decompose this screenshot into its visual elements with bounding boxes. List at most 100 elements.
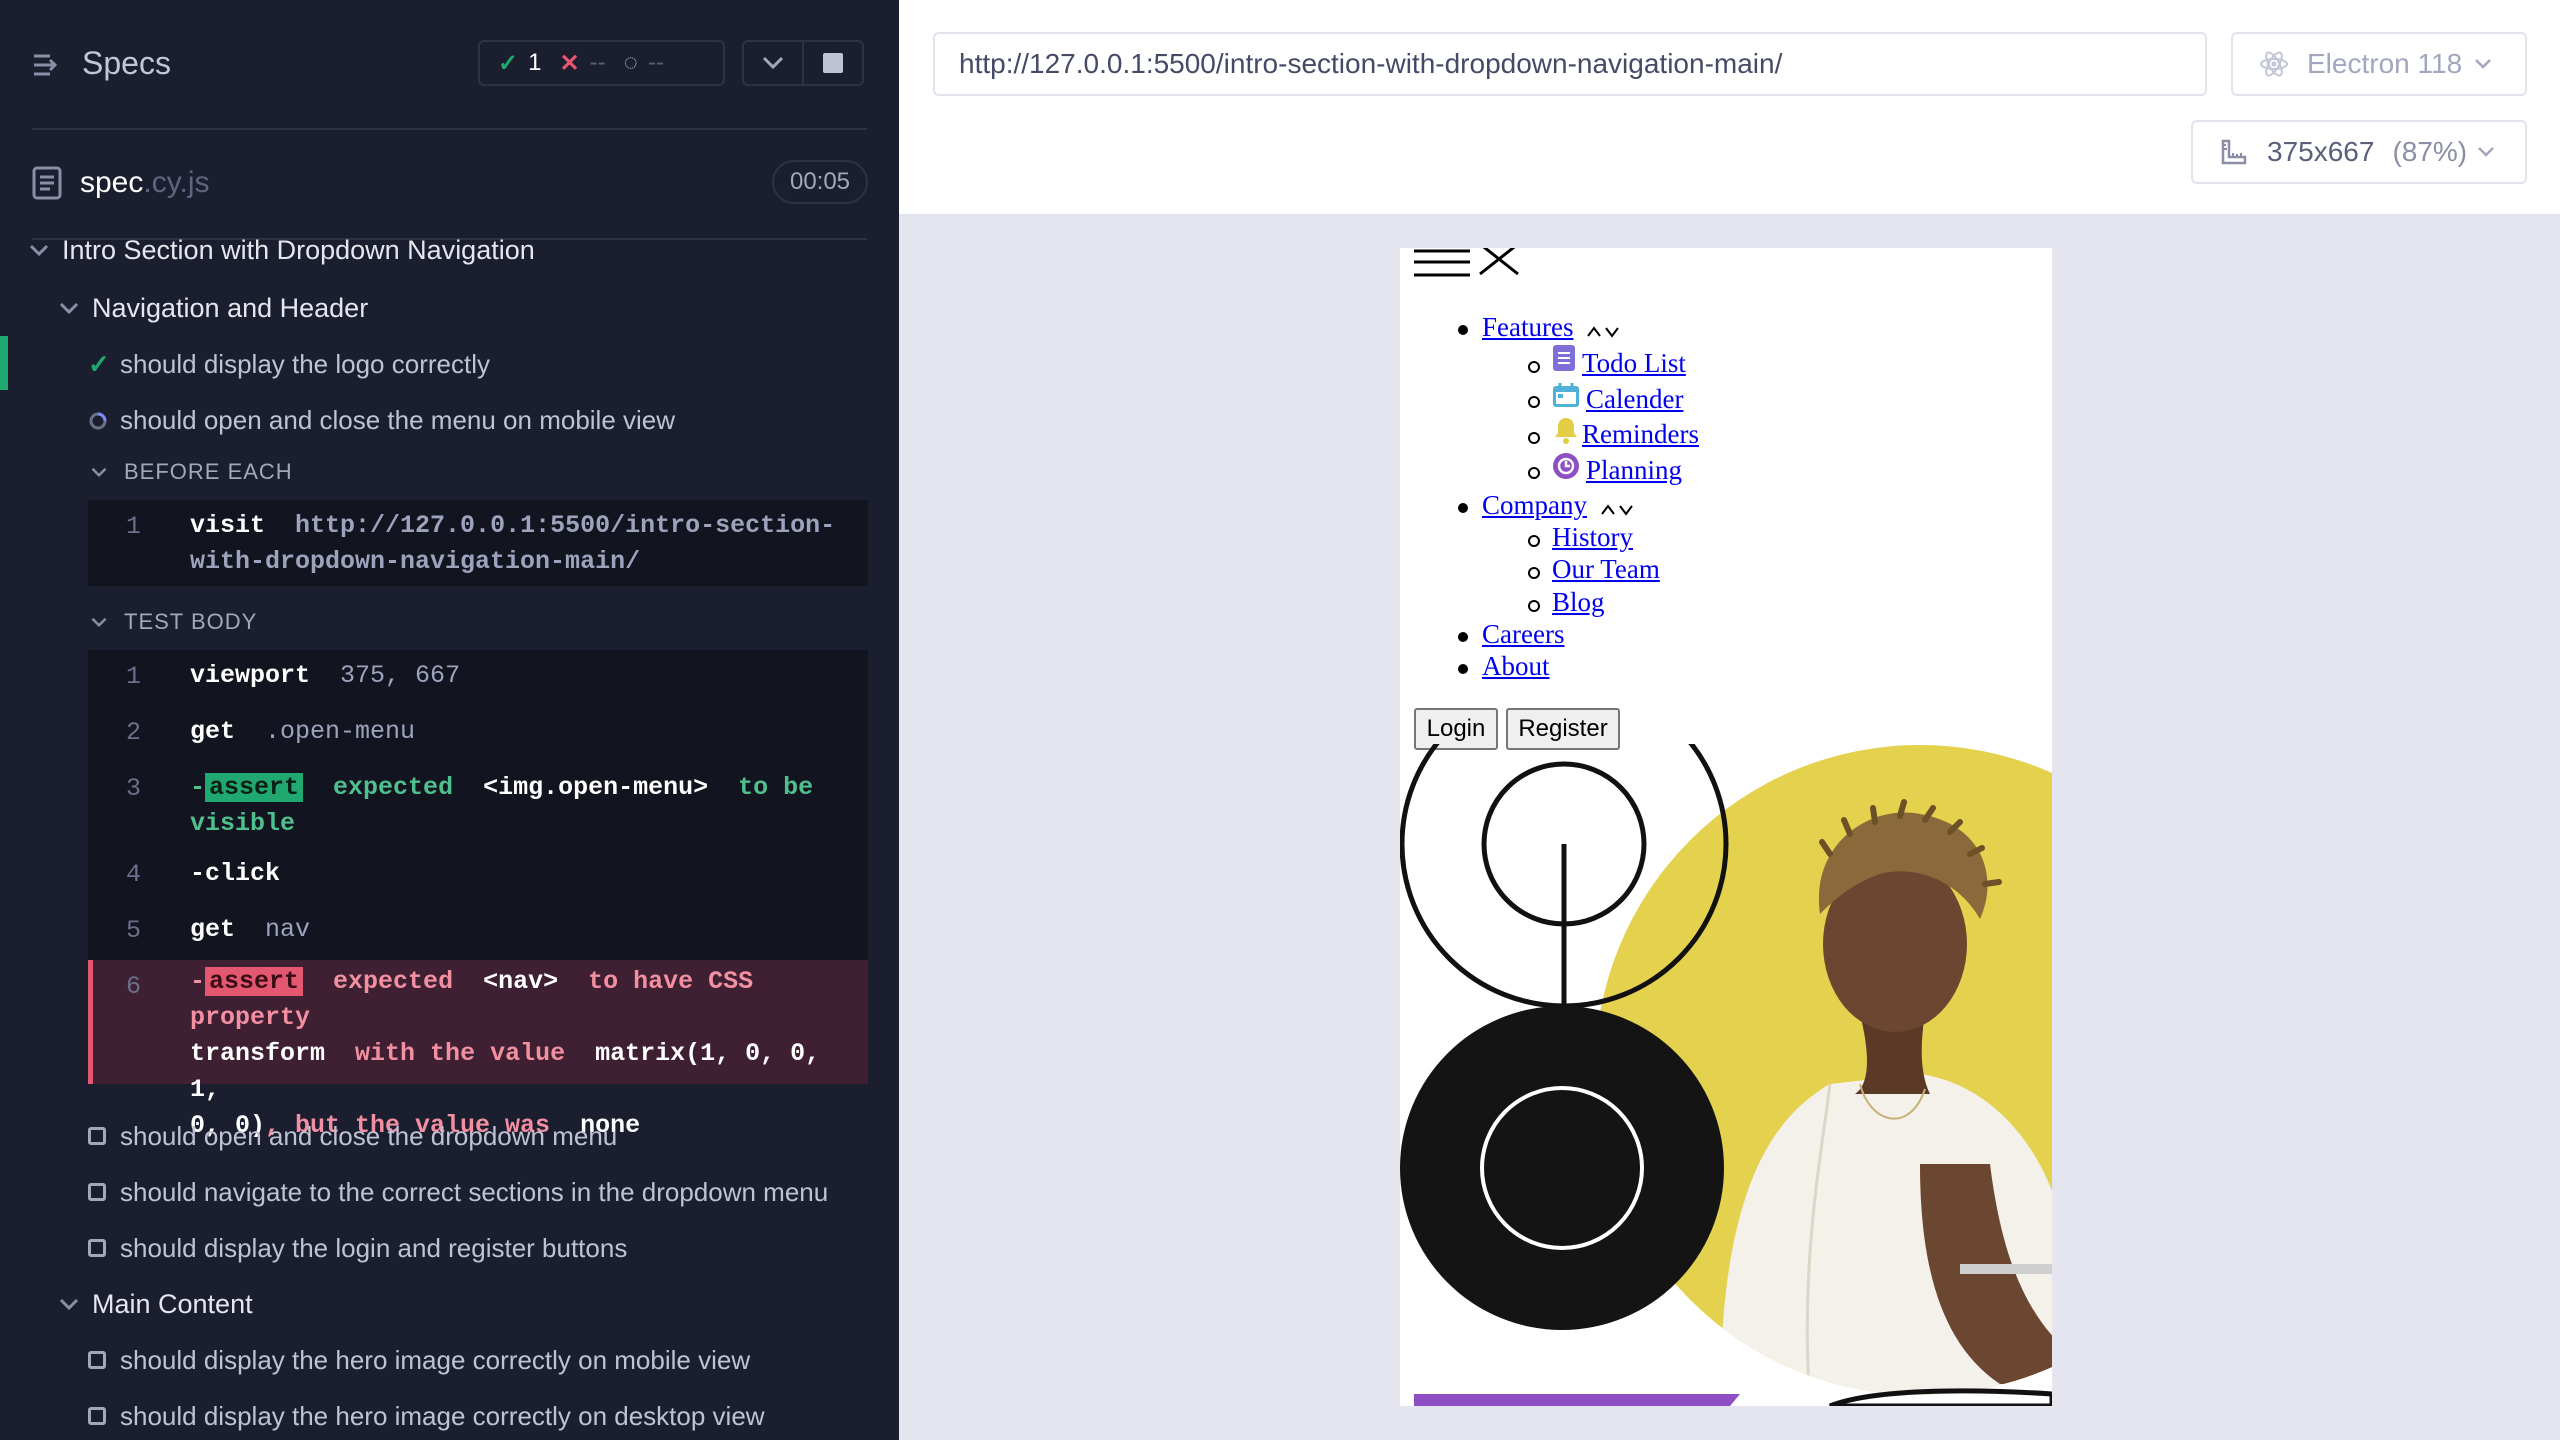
test-row-hero-mobile[interactable]: should display the hero image correctly … [0, 1340, 899, 1380]
nav-reminders-link[interactable]: Reminders [1582, 419, 1699, 450]
stop-icon [823, 53, 843, 73]
file-icon [32, 166, 62, 200]
test-row-buttons[interactable]: should display the login and register bu… [0, 1228, 899, 1268]
check-icon: ✓ [498, 49, 519, 77]
browser-select[interactable]: Electron 118 [2231, 32, 2527, 96]
suite-title: Intro Section with Dropdown Navigation [62, 234, 535, 265]
failed-stat: ✕ -- [559, 49, 605, 78]
assert-value: transform [190, 1039, 326, 1068]
command-row-assert-pass[interactable]: 3 - assert expected <img.open-menu> to be… [88, 766, 868, 846]
list-bullet [1528, 567, 1540, 579]
list-bullet [1458, 503, 1468, 513]
hero-image [1400, 744, 2052, 1406]
nav-history-link[interactable]: History [1552, 522, 1633, 553]
list-bullet [1458, 325, 1468, 335]
url-bar[interactable]: http://127.0.0.1:5500/intro-section-with… [933, 32, 2207, 96]
list-bullet [1528, 396, 1540, 408]
test-body-commands: 1 viewport 375, 667 2 get .open-menu 3 -… [88, 650, 868, 1140]
hook-test-body[interactable]: TEST BODY [0, 606, 899, 638]
test-title: should display the logo correctly [120, 348, 490, 379]
command-row[interactable]: 2 get .open-menu [88, 710, 868, 758]
specs-title[interactable]: Specs [82, 45, 171, 82]
nav-features-link[interactable]: Features [1482, 312, 1573, 343]
command-arg: nav [265, 915, 311, 944]
nav-careers-link[interactable]: Careers [1482, 619, 1564, 650]
test-row-dropdown[interactable]: should open and close the dropdown menu [0, 1116, 899, 1156]
specs-list-icon[interactable] [32, 50, 62, 80]
passed-count: 1 [528, 49, 542, 76]
arrow-up-down-icon[interactable] [1600, 502, 1636, 516]
command-row[interactable]: 5 get nav [88, 908, 868, 956]
test-row-hero-desktop[interactable]: should display the hero image correctly … [0, 1396, 899, 1436]
test-row-logo[interactable]: ✓ should display the logo correctly [0, 344, 899, 384]
test-row-navigate[interactable]: should navigate to the correct sections … [0, 1172, 899, 1212]
command-name: get [190, 915, 236, 944]
test-title: should open and close the menu on mobile… [120, 404, 676, 435]
nav-todo-link[interactable]: Todo List [1582, 348, 1686, 379]
test-title: should navigate to the correct sections … [120, 1176, 829, 1207]
assert-text: to be [738, 773, 814, 802]
command-arg: .open-menu [265, 717, 416, 746]
command-row[interactable]: 1 viewport 375, 667 [88, 654, 868, 702]
running-spinner-icon [89, 412, 107, 430]
suite-row[interactable]: Intro Section with Dropdown Navigation [0, 230, 899, 270]
command-row[interactable]: 1 visit http://127.0.0.1:5500/intro-sect… [88, 508, 868, 584]
command-name: click [205, 859, 281, 888]
chevron-down-icon [91, 467, 107, 478]
arrow-up-down-icon[interactable] [1586, 324, 1622, 338]
nav-about-link[interactable]: About [1482, 651, 1550, 682]
spinner-icon: ◌ [623, 49, 638, 76]
list-bullet [1458, 632, 1468, 642]
viewport-info-button[interactable]: 375x667 (87%) [2191, 120, 2527, 184]
spec-file-name: spec.cy.js [80, 166, 209, 200]
group-title: Main Content [92, 1288, 253, 1319]
chevron-down-icon [762, 56, 784, 70]
spec-file-row[interactable]: spec.cy.js 00:05 [0, 150, 899, 212]
command-body: - assert expected <img.open-menu> to be v… [190, 770, 850, 842]
spec-ext-text: .cy.js [143, 166, 210, 199]
assert-chip: assert [205, 967, 304, 996]
list-bullet [1528, 535, 1540, 547]
nav-calendar-link[interactable]: Calender [1586, 384, 1683, 415]
preview-toolbar: http://127.0.0.1:5500/intro-section-with… [899, 0, 2560, 216]
group-row-main-content[interactable]: Main Content [0, 1284, 899, 1324]
child-dash: - [190, 859, 206, 888]
pending-icon [88, 1351, 106, 1369]
x-icon: ✕ [559, 49, 580, 77]
assert-subject: <img.open-menu> [483, 773, 709, 802]
nav-planning-link[interactable]: Planning [1586, 455, 1682, 486]
options-dropdown-button[interactable] [742, 40, 804, 86]
divider [32, 128, 867, 130]
viewport-size: 375x667 [2267, 136, 2375, 167]
before-each-commands: 1 visit http://127.0.0.1:5500/intro-sect… [88, 500, 868, 586]
hook-label: BEFORE EACH [124, 459, 293, 484]
nav-company-link[interactable]: Company [1482, 490, 1587, 521]
command-row[interactable]: 4 -click [88, 852, 868, 900]
nav-our-team-link[interactable]: Our Team [1552, 554, 1660, 585]
list-bullet [1528, 467, 1540, 479]
command-body: get .open-menu [190, 714, 850, 750]
nav-blog-link[interactable]: Blog [1552, 587, 1605, 618]
command-arg-cont: with-dropdown-navigation-main/ [190, 547, 641, 576]
command-row-assert-fail[interactable]: 6 - assert expected <nav> to have CSS pro… [88, 960, 868, 1140]
assert-text: expected [333, 773, 454, 802]
hook-before-each[interactable]: BEFORE EACH [0, 456, 899, 488]
stop-button[interactable] [802, 40, 864, 86]
test-title: should open and close the dropdown menu [120, 1120, 618, 1151]
test-row-menu[interactable]: should open and close the menu on mobile… [0, 400, 899, 440]
child-dash: - [190, 967, 206, 996]
chevron-down-icon [2478, 147, 2495, 157]
pending-icon [88, 1239, 106, 1257]
line-number: 1 [126, 512, 142, 541]
check-icon: ✓ [88, 348, 110, 379]
menu-close-icon[interactable] [1478, 248, 1522, 278]
chevron-down-icon [2475, 59, 2492, 69]
command-body: visit http://127.0.0.1:5500/intro-sectio… [190, 508, 850, 580]
command-body: -click [190, 856, 850, 892]
list-bullet [1528, 600, 1540, 612]
group-row-navigation[interactable]: Navigation and Header [0, 288, 899, 328]
hook-label: TEST BODY [124, 609, 258, 634]
line-number: 3 [126, 774, 142, 803]
menu-open-icon[interactable] [1414, 248, 1472, 280]
chevron-down-icon [59, 302, 79, 315]
